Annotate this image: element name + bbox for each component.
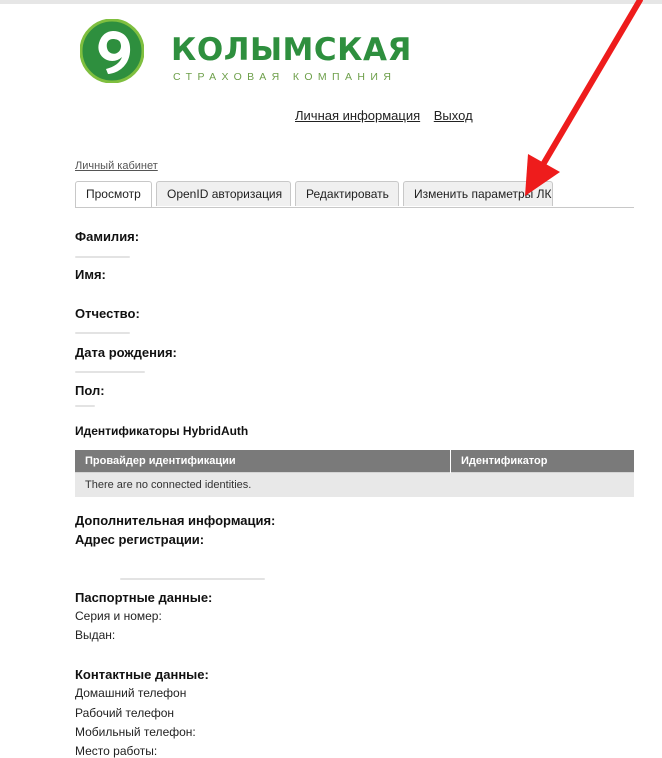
- brand-name: КОЛЫМСКАЯ: [171, 32, 412, 68]
- kolymskaya-logo-icon: [80, 19, 144, 83]
- tab-openid[interactable]: OpenID авторизация: [156, 181, 291, 206]
- breadcrumb[interactable]: Личный кабинет: [75, 160, 158, 172]
- top-navigation: Личная информация Выход: [295, 108, 483, 123]
- mobile-phone-label: Мобильный телефон:: [75, 725, 196, 739]
- birthdate-label: Дата рождения:: [75, 345, 177, 360]
- company-logo[interactable]: КОЛЫМСКАЯ СТРАХОВАЯ КОМПАНИЯ: [80, 19, 420, 83]
- surname-label: Фамилия:: [75, 229, 140, 244]
- tab-edit[interactable]: Редактировать: [295, 181, 399, 206]
- top-border: [0, 0, 662, 4]
- redacted-value: [75, 256, 130, 258]
- identities-table: Провайдер идентификации Идентификатор Th…: [75, 450, 634, 497]
- work-phone-label: Рабочий телефон: [75, 706, 175, 720]
- address-label: Адрес регистрации:: [75, 532, 205, 547]
- hybridauth-title: Идентификаторы HybridAuth: [75, 424, 249, 438]
- redacted-value: [120, 578, 265, 580]
- gender-label: Пол:: [75, 383, 105, 398]
- home-phone-label: Домашний телефон: [75, 686, 187, 700]
- redacted-value: [75, 371, 145, 373]
- redacted-value: [75, 332, 130, 334]
- patronymic-label: Отчество:: [75, 306, 140, 321]
- passport-title: Паспортные данные:: [75, 590, 213, 605]
- passport-issued-label: Выдан:: [75, 628, 116, 642]
- tab-view[interactable]: Просмотр: [75, 181, 152, 207]
- profile-tabs: Просмотр OpenID авторизация Редактироват…: [75, 181, 634, 208]
- name-label: Имя:: [75, 267, 106, 282]
- redacted-value: [75, 405, 95, 407]
- workplace-label: Место работы:: [75, 744, 158, 758]
- logout-link[interactable]: Выход: [434, 108, 473, 123]
- column-identifier: Идентификатор: [450, 450, 634, 473]
- contacts-title: Контактные данные:: [75, 667, 209, 682]
- column-provider: Провайдер идентификации: [75, 450, 451, 473]
- personal-info-link[interactable]: Личная информация: [295, 108, 420, 123]
- brand-tagline: СТРАХОВАЯ КОМПАНИЯ: [173, 71, 397, 83]
- tab-change-params[interactable]: Изменить параметры ЛК: [403, 181, 553, 206]
- empty-identities-message: There are no connected identities.: [75, 472, 634, 497]
- additional-info-title: Дополнительная информация:: [75, 513, 276, 528]
- passport-series-label: Серия и номер:: [75, 609, 162, 623]
